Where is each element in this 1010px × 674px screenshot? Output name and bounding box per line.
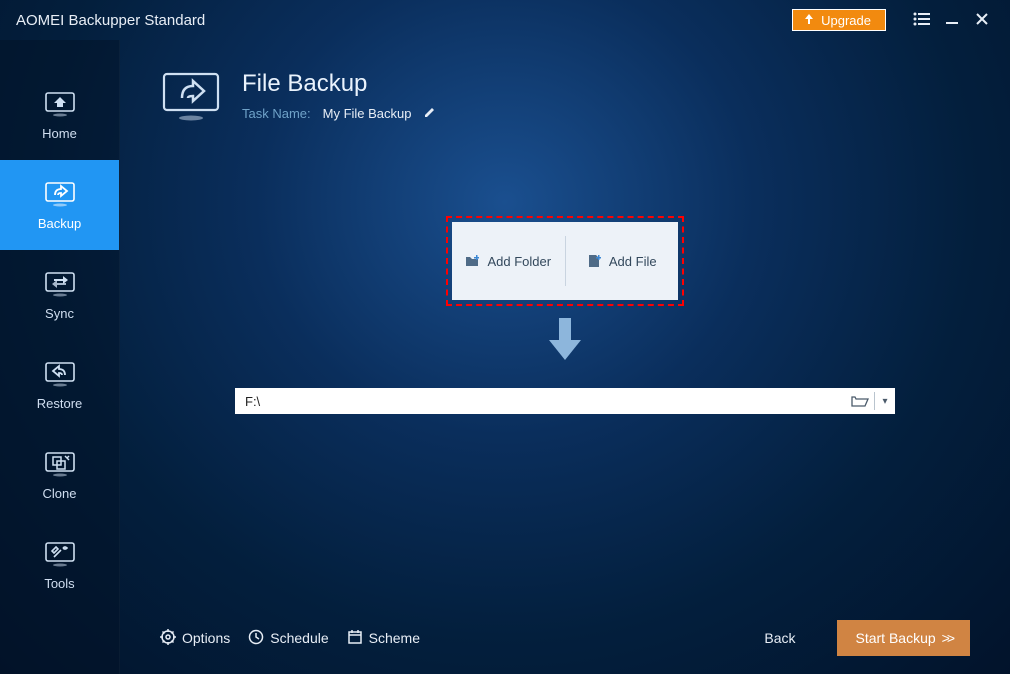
sidebar-item-label: Tools [44,576,74,591]
task-name-label: Task Name: [242,106,311,121]
folder-plus-icon [465,254,481,268]
schedule-button[interactable]: Schedule [248,629,328,648]
restore-icon [43,360,77,388]
edit-icon[interactable] [424,106,436,121]
task-name-row: Task Name: My File Backup [242,106,436,121]
calendar-icon [347,629,363,648]
add-source-highlight: Add Folder Add File [446,216,684,306]
minimize-icon[interactable] [940,10,964,31]
upgrade-button[interactable]: Upgrade [792,9,886,31]
home-icon [43,90,77,118]
upgrade-label: Upgrade [821,13,871,28]
task-name-value: My File Backup [323,106,412,121]
page-header: File Backup Task Name: My File Backup [120,40,1010,122]
page-title: File Backup [242,70,436,98]
back-button[interactable]: Back [764,630,795,646]
sidebar-item-label: Sync [45,306,74,321]
sidebar-item-restore[interactable]: Restore [0,340,119,430]
close-icon[interactable] [970,10,994,31]
schedule-label: Schedule [270,630,328,646]
upgrade-icon [803,13,815,28]
file-plus-icon [587,254,603,268]
browse-folder-icon[interactable] [850,391,870,411]
sidebar-item-label: Backup [38,216,81,231]
sidebar: Home Backup Sync Restore [0,40,120,674]
chevron-right-icon: >> [942,630,952,646]
add-source-box: Add Folder Add File [452,222,678,300]
menu-icon[interactable] [910,10,934,31]
sidebar-item-label: Restore [37,396,83,411]
titlebar: AOMEI Backupper Standard Upgrade [0,0,1010,40]
tools-icon [43,540,77,568]
app-title: AOMEI Backupper Standard [16,12,792,29]
app-window: AOMEI Backupper Standard Upgrade Home [0,0,1010,674]
body: Home Backup Sync Restore [0,40,1010,674]
sidebar-item-backup[interactable]: Backup [0,160,119,250]
sidebar-item-label: Clone [43,486,77,501]
options-button[interactable]: Options [160,629,230,648]
main-area: File Backup Task Name: My File Backup [120,40,1010,674]
dropdown-caret-icon[interactable]: ▾ [879,396,891,407]
clock-icon [248,629,264,648]
gear-icon [160,629,176,648]
add-folder-label: Add Folder [487,254,551,269]
add-file-button[interactable]: Add File [565,236,679,286]
clone-icon [43,450,77,478]
sidebar-item-clone[interactable]: Clone [0,430,119,520]
destination-input[interactable]: F:\ ▾ [235,388,895,414]
file-backup-icon [160,70,222,122]
sidebar-item-sync[interactable]: Sync [0,250,119,340]
start-backup-label: Start Backup [855,630,935,646]
scheme-label: Scheme [369,630,420,646]
add-folder-button[interactable]: Add Folder [452,222,565,300]
add-file-label: Add File [609,254,657,269]
sync-icon [43,270,77,298]
footer-bar: Options Schedule Scheme Back [120,602,1010,674]
sidebar-item-home[interactable]: Home [0,70,119,160]
backup-icon [43,180,77,208]
sidebar-item-label: Home [42,126,77,141]
scheme-button[interactable]: Scheme [347,629,420,648]
divider [874,392,875,410]
destination-path: F:\ [245,394,850,409]
header-text: File Backup Task Name: My File Backup [242,70,436,121]
sidebar-item-tools[interactable]: Tools [0,520,119,610]
center-panel: Add Folder Add File F:\ [120,122,1010,602]
arrow-down-icon [545,314,585,364]
options-label: Options [182,630,230,646]
start-backup-button[interactable]: Start Backup >> [837,620,970,656]
